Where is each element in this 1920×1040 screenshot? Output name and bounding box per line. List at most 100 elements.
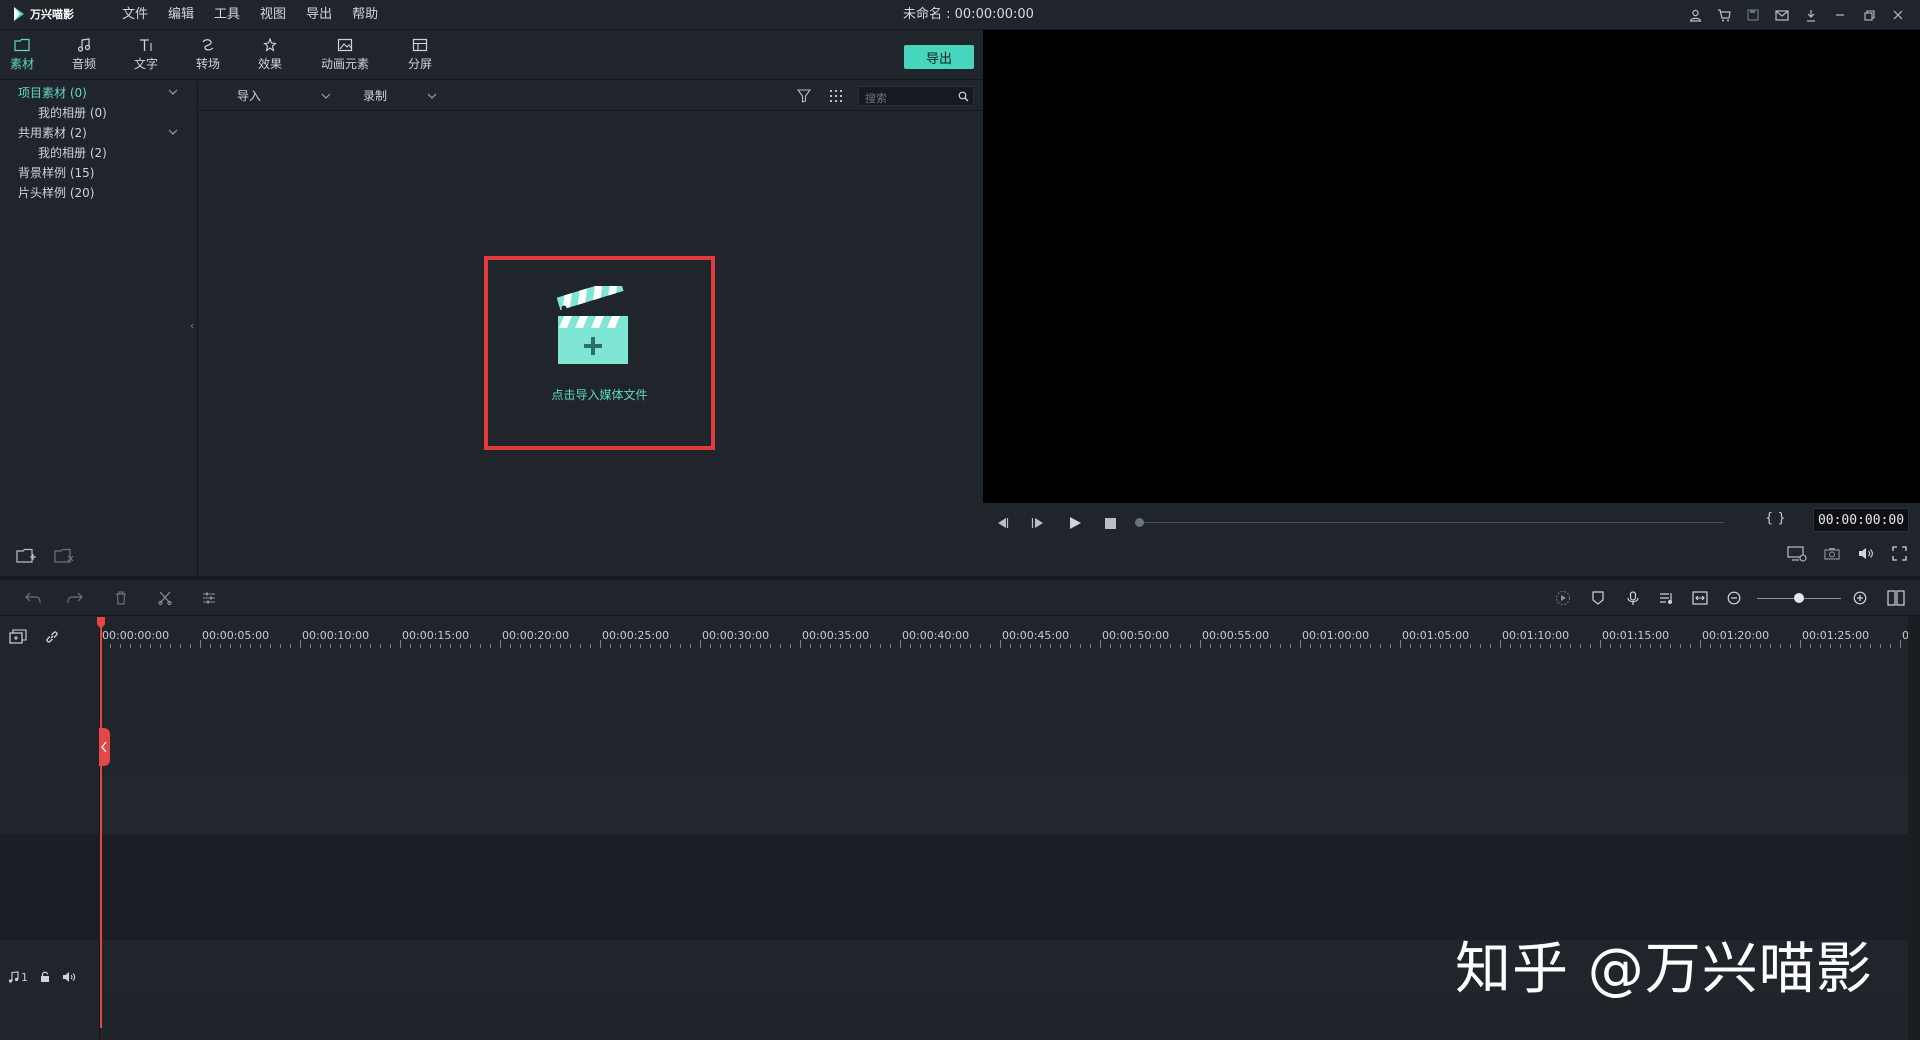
link-icon[interactable] bbox=[44, 629, 60, 645]
menu-export[interactable]: 导出 bbox=[296, 0, 342, 30]
ruler-tick bbox=[1870, 644, 1871, 648]
ruler-tick bbox=[1530, 644, 1531, 648]
tree-item-background-samples[interactable]: 背景样例 (15) bbox=[18, 164, 94, 181]
redo-icon[interactable] bbox=[66, 589, 84, 607]
cart-icon[interactable] bbox=[1716, 7, 1732, 23]
ruler-tick bbox=[1240, 644, 1241, 648]
ruler-tick bbox=[710, 644, 711, 648]
delete-icon[interactable] bbox=[112, 589, 130, 607]
ruler-tick bbox=[1620, 644, 1621, 648]
chevron-down-icon[interactable] bbox=[167, 87, 179, 97]
export-button[interactable]: 导出 bbox=[904, 45, 974, 69]
new-folder-icon[interactable] bbox=[16, 548, 36, 564]
render-icon[interactable] bbox=[1554, 589, 1572, 607]
zoom-in-icon[interactable] bbox=[1851, 589, 1869, 607]
previous-frame-icon[interactable] bbox=[995, 517, 1009, 529]
tab-media[interactable]: 素材 bbox=[0, 38, 53, 76]
microphone-icon[interactable] bbox=[1624, 589, 1642, 607]
play-icon[interactable] bbox=[1069, 517, 1081, 529]
tab-transitions-label: 转场 bbox=[195, 57, 220, 71]
menu-edit[interactable]: 编辑 bbox=[158, 0, 204, 30]
record-dropdown[interactable]: 录制 bbox=[363, 87, 437, 104]
transition-icon bbox=[202, 39, 214, 51]
tree-item-shared-media[interactable]: 共用素材 (2) bbox=[18, 124, 87, 141]
delete-folder-icon[interactable] bbox=[54, 548, 74, 564]
grid-view-icon[interactable] bbox=[829, 89, 843, 103]
tree-item-shared-album[interactable]: 我的相册 (2) bbox=[38, 144, 107, 161]
add-track-icon[interactable] bbox=[9, 629, 27, 645]
ruler-tick bbox=[850, 644, 851, 648]
import-dropdown[interactable]: 导入 bbox=[237, 87, 331, 104]
stop-icon[interactable] bbox=[1105, 518, 1116, 529]
import-hint-text[interactable]: 点击导入媒体文件 bbox=[488, 386, 711, 403]
zoom-slider-knob[interactable] bbox=[1794, 593, 1804, 603]
empty-track[interactable] bbox=[100, 776, 1908, 834]
ruler-tick bbox=[1510, 644, 1511, 648]
playhead-line[interactable] bbox=[100, 626, 102, 1028]
chevron-down-icon[interactable] bbox=[167, 127, 179, 137]
library-sidebar: 项目素材 (0) 我的相册 (0) 共用素材 (2) 我的相册 (2) 背景样例… bbox=[0, 81, 198, 576]
drop-zone-track[interactable] bbox=[100, 652, 1908, 776]
preview-scrub-handle[interactable] bbox=[1135, 518, 1144, 527]
menu-view[interactable]: 视图 bbox=[250, 0, 296, 30]
lock-icon[interactable] bbox=[40, 971, 50, 983]
save-icon[interactable] bbox=[1745, 7, 1761, 23]
ruler-tick bbox=[200, 640, 201, 648]
tree-item-intro-samples[interactable]: 片头样例 (20) bbox=[18, 184, 94, 201]
restore-icon[interactable] bbox=[1861, 7, 1877, 23]
cut-icon[interactable] bbox=[156, 589, 174, 607]
tab-effects-label: 效果 bbox=[257, 57, 282, 71]
tab-text[interactable]: 文字 bbox=[115, 38, 177, 76]
audio-mixer-icon[interactable] bbox=[1658, 589, 1676, 607]
ruler-tick bbox=[1160, 644, 1161, 648]
account-icon[interactable] bbox=[1687, 7, 1703, 23]
timeline-scrollbar[interactable] bbox=[1908, 616, 1920, 1040]
marker-icon[interactable] bbox=[1589, 589, 1607, 607]
ruler-time-label: 00:00:15:00 bbox=[402, 629, 470, 642]
collapse-sidebar-handle[interactable]: ‹ bbox=[190, 321, 196, 332]
tree-item-my-album[interactable]: 我的相册 (0) bbox=[38, 104, 107, 121]
timeline-ruler[interactable]: 00:00:00:00 00:00:05:00 00:00:10:00 00:00:1… bbox=[100, 616, 1908, 652]
ruler-tick bbox=[1310, 644, 1311, 648]
filter-icon[interactable] bbox=[797, 89, 811, 103]
search-input[interactable] bbox=[859, 89, 949, 108]
tab-audio[interactable]: 音频 bbox=[53, 38, 115, 76]
minimize-icon[interactable] bbox=[1832, 7, 1848, 23]
ruler-tick bbox=[1540, 644, 1541, 648]
tab-elements[interactable]: 动画元素 bbox=[313, 38, 377, 76]
render-preview-icon[interactable] bbox=[1787, 546, 1807, 562]
music-note-icon bbox=[77, 38, 91, 52]
tree-item-project-media[interactable]: 项目素材 (0) bbox=[18, 84, 87, 101]
menu-help[interactable]: 帮助 bbox=[342, 0, 388, 30]
ruler-tick bbox=[900, 640, 901, 648]
download-icon[interactable] bbox=[1803, 7, 1819, 23]
playhead-handle[interactable] bbox=[99, 728, 110, 766]
menu-file[interactable]: 文件 bbox=[112, 0, 158, 30]
tab-transitions[interactable]: 转场 bbox=[177, 38, 239, 76]
tab-effects[interactable]: 效果 bbox=[239, 38, 301, 76]
clapperboard-add-icon[interactable] bbox=[554, 286, 628, 366]
speaker-icon[interactable] bbox=[62, 971, 76, 983]
fullscreen-icon[interactable] bbox=[1892, 546, 1907, 561]
search-icon[interactable] bbox=[958, 91, 969, 102]
snapshot-camera-icon[interactable] bbox=[1824, 547, 1840, 560]
undo-icon[interactable] bbox=[24, 589, 42, 607]
search-box[interactable] bbox=[858, 86, 974, 108]
mark-in-out-icon[interactable]: { } bbox=[1765, 511, 1786, 526]
fit-timeline-icon[interactable] bbox=[1691, 589, 1709, 607]
ruler-tick bbox=[350, 644, 351, 648]
track-view-icon[interactable] bbox=[1887, 589, 1905, 607]
ruler-tick bbox=[570, 644, 571, 648]
ruler-tick bbox=[510, 644, 511, 648]
tab-split-screen[interactable]: 分屏 bbox=[389, 38, 451, 76]
adjust-icon[interactable] bbox=[200, 589, 218, 607]
mail-icon[interactable] bbox=[1774, 7, 1790, 23]
menu-tools[interactable]: 工具 bbox=[204, 0, 250, 30]
preview-scrub-track[interactable] bbox=[1138, 522, 1724, 523]
import-media-highlight[interactable]: 点击导入媒体文件 bbox=[484, 256, 715, 450]
zoom-out-icon[interactable] bbox=[1725, 589, 1743, 607]
close-icon[interactable] bbox=[1890, 7, 1906, 23]
volume-icon[interactable] bbox=[1858, 547, 1874, 560]
ruler-tick bbox=[500, 640, 501, 648]
next-frame-icon[interactable] bbox=[1031, 517, 1045, 529]
